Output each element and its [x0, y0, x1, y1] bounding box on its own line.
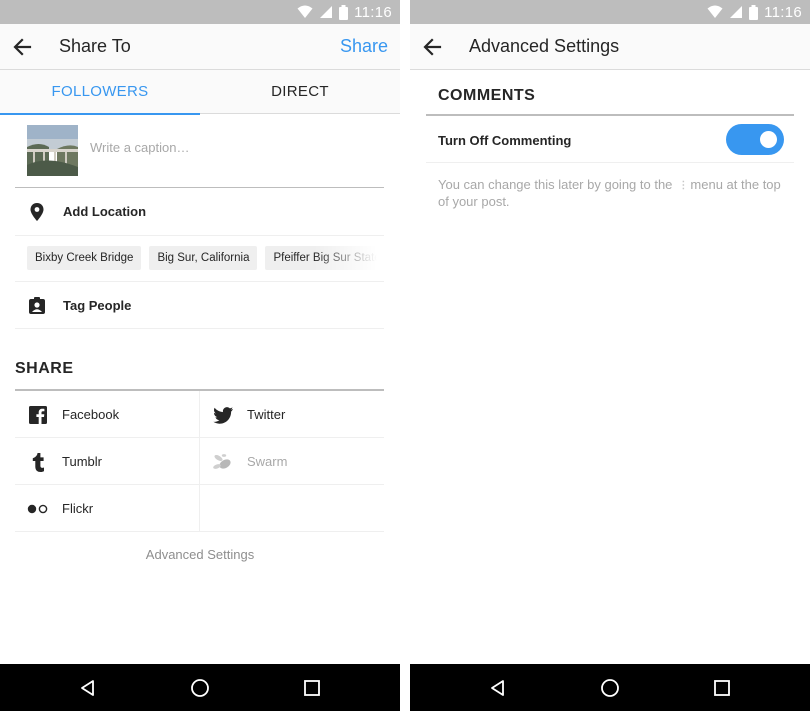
tag-people-label: Tag People: [63, 298, 132, 313]
flickr-icon: [27, 499, 49, 519]
caption-row: [15, 114, 384, 188]
back-triangle-icon[interactable]: [488, 678, 508, 698]
twitter-icon: [212, 405, 234, 425]
recents-square-icon[interactable]: [712, 678, 732, 698]
signal-icon: [730, 6, 743, 18]
share-button[interactable]: Share: [340, 36, 388, 57]
back-arrow-icon[interactable]: [420, 35, 446, 59]
caption-input[interactable]: [90, 140, 370, 155]
battery-icon: [339, 4, 349, 20]
location-pin-icon: [30, 203, 44, 221]
swarm-label: Swarm: [247, 454, 288, 469]
add-location-row[interactable]: Add Location: [15, 188, 384, 236]
home-circle-icon[interactable]: [600, 678, 620, 698]
location-chip[interactable]: Pfeiffer Big Sur State Park: [265, 246, 384, 270]
back-triangle-icon[interactable]: [78, 678, 98, 698]
status-bar: 11:16: [410, 0, 810, 24]
page-title: Share To: [59, 36, 131, 56]
share-swarm[interactable]: Swarm: [200, 438, 384, 485]
location-chip[interactable]: Big Sur, California: [149, 246, 258, 270]
status-time: 11:16: [764, 3, 802, 21]
add-location-label: Add Location: [63, 204, 147, 219]
battery-icon: [749, 4, 759, 20]
share-to-screen: 11:16 Share To Share FOLLOWERS DIRECT Ad…: [0, 0, 400, 711]
toggle-knob: [760, 131, 777, 148]
tumblr-icon: [27, 452, 49, 472]
commenting-help-text: You can change this later by going to th…: [438, 177, 788, 210]
signal-icon: [320, 6, 333, 18]
location-chip[interactable]: Bixby Creek Bridge: [27, 246, 142, 270]
twitter-label: Twitter: [247, 407, 286, 422]
advanced-settings-link[interactable]: Advanced Settings: [0, 547, 400, 562]
share-heading: SHARE: [15, 360, 74, 377]
turn-off-commenting-label: Turn Off Commenting: [438, 133, 572, 148]
tab-direct[interactable]: DIRECT: [200, 70, 400, 114]
android-nav-bar: [0, 664, 400, 711]
share-tumblr[interactable]: Tumblr: [15, 438, 199, 485]
post-thumbnail: [27, 125, 78, 176]
android-nav-bar: [410, 664, 810, 711]
status-icons: 11:16: [297, 0, 392, 24]
help-text-before: You can change this later by going to th…: [438, 177, 673, 192]
screen-gap: [400, 0, 410, 711]
share-grid-divider: [199, 391, 200, 532]
page-title: Advanced Settings: [469, 36, 620, 56]
tab-followers[interactable]: FOLLOWERS: [0, 70, 200, 115]
wifi-icon: [297, 5, 313, 18]
back-arrow-icon[interactable]: [10, 35, 36, 59]
turn-off-commenting-row: Turn Off Commenting: [426, 116, 794, 163]
facebook-icon: [27, 405, 49, 425]
share-tabs: FOLLOWERS DIRECT: [0, 70, 400, 115]
status-bar: 11:16: [0, 0, 400, 24]
status-time: 11:16: [354, 3, 392, 21]
tag-person-icon: [29, 297, 45, 314]
turn-off-commenting-toggle[interactable]: [726, 124, 784, 155]
facebook-label: Facebook: [62, 407, 120, 422]
app-bar: Advanced Settings: [410, 24, 810, 70]
advanced-settings-screen: 11:16 Advanced Settings COMMENTS Turn Of…: [410, 0, 810, 711]
home-circle-icon[interactable]: [190, 678, 210, 698]
share-flickr[interactable]: Flickr: [15, 485, 199, 532]
comments-heading: COMMENTS: [438, 87, 536, 104]
flickr-label: Flickr: [62, 501, 94, 516]
tumblr-label: Tumblr: [62, 454, 102, 469]
share-twitter[interactable]: Twitter: [200, 391, 384, 438]
swarm-icon: [212, 452, 234, 472]
tag-people-row[interactable]: Tag People: [15, 282, 384, 329]
share-empty-cell: [200, 485, 384, 532]
more-vertical-icon: ⋮: [678, 180, 688, 191]
location-suggestions: Bixby Creek Bridge Big Sur, California P…: [15, 236, 384, 282]
wifi-icon: [707, 5, 723, 18]
recents-square-icon[interactable]: [302, 678, 322, 698]
status-icons: 11:16: [707, 0, 802, 24]
share-facebook[interactable]: Facebook: [15, 391, 199, 438]
app-bar: Share To Share: [0, 24, 400, 70]
